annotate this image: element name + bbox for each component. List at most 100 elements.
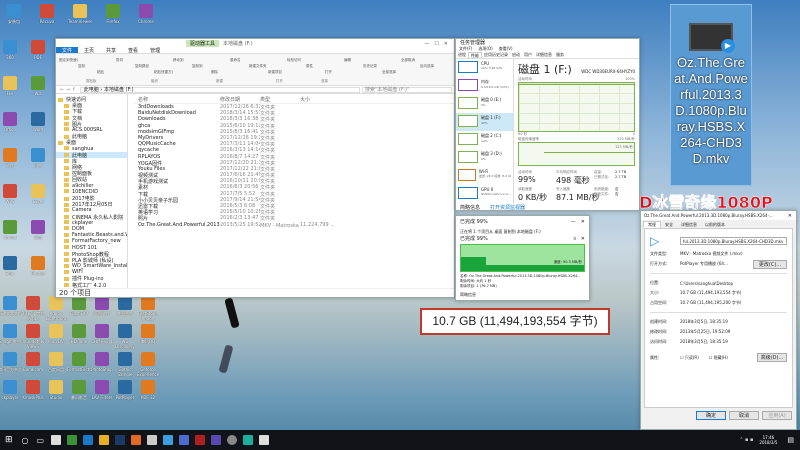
desktop-icon[interactable]: Bandicam bbox=[21, 352, 45, 378]
tray-icons[interactable]: ⌃ ▪ ▪ bbox=[739, 437, 759, 443]
desktop-icon[interactable]: 暴风影音 bbox=[67, 380, 91, 406]
desktop-icon[interactable]: Gothic Sample bbox=[113, 352, 137, 378]
desktop-icon[interactable]: Adobe Lightroom bbox=[44, 296, 68, 322]
vs-icon[interactable] bbox=[211, 435, 222, 445]
address-bar[interactable]: 此电脑 › 本地磁盘 (F:) bbox=[79, 86, 360, 93]
desktop-icon[interactable]: 网盘 bbox=[26, 220, 50, 246]
ribbon-button[interactable]: 复制路径 bbox=[135, 64, 154, 69]
resource-monitor-link[interactable]: 打开资源监视器 bbox=[490, 204, 525, 210]
desktop-icon[interactable]: Firefox bbox=[101, 4, 125, 30]
desktop-icon[interactable]: FormatFactory bbox=[67, 352, 91, 378]
perf-item[interactable]: 磁盘 2 (C:) 14% bbox=[456, 131, 513, 149]
perf-item[interactable]: 内存 6.9/16.0 GB (43%) bbox=[456, 77, 513, 95]
ribbon-button[interactable]: 新建文件夹 bbox=[249, 64, 268, 69]
desktop-icon[interactable]: PDF 32 bbox=[136, 380, 160, 406]
desktop-icon[interactable]: Recuva bbox=[35, 4, 59, 30]
ribbon-button[interactable]: 编辑 bbox=[344, 58, 363, 63]
ribbon-button[interactable]: 新建项目 bbox=[268, 70, 287, 75]
desktop-icon[interactable]: FLV bbox=[0, 76, 22, 102]
store-icon[interactable] bbox=[51, 435, 62, 445]
column-header[interactable]: 大小 bbox=[300, 96, 340, 103]
desktop-file-tile[interactable]: ▶ Oz.The.Great.And.Powerful.2013.3D.1080… bbox=[670, 4, 752, 186]
notification-icon[interactable]: ▤ bbox=[787, 436, 800, 444]
printer-icon[interactable] bbox=[259, 435, 270, 445]
desktop-icon[interactable]: Chrome bbox=[134, 4, 158, 30]
column-header[interactable]: 名称 bbox=[134, 96, 220, 103]
desktop-icon[interactable]: LAV Filters bbox=[90, 380, 114, 406]
navigation-pane[interactable]: 快速访问 桌面 下载 文档 图片 ACS.000SRL 此电脑 桌面 sanghua 此电脑库网络… bbox=[56, 94, 128, 288]
ribbon-button[interactable]: 复制到 bbox=[192, 64, 211, 69]
props-tab[interactable]: 以前的版本 bbox=[701, 222, 729, 228]
ribbon-tab[interactable]: 文件 bbox=[56, 47, 79, 53]
desktop-icon[interactable]: Photos bbox=[26, 256, 50, 282]
copy-fewer-details[interactable]: 简略信息 bbox=[460, 292, 585, 298]
start-button[interactable]: ⊞ bbox=[0, 435, 18, 445]
ribbon-button[interactable]: 固定到快速访问 bbox=[59, 58, 78, 63]
app-icon[interactable] bbox=[99, 435, 110, 445]
ribbon-button[interactable]: 删除 bbox=[211, 70, 230, 75]
desktop-icon[interactable]: 新建文本文档 bbox=[0, 296, 22, 322]
perf-item[interactable]: 磁盘 3 (D:) 0% bbox=[456, 149, 513, 167]
photoshop-icon[interactable] bbox=[115, 435, 126, 445]
perf-item[interactable]: CPU 20% 3.98 GHz bbox=[456, 59, 513, 77]
ribbon-button[interactable]: 反向选择 bbox=[420, 64, 439, 69]
desktop-icon[interactable]: Excel bbox=[26, 184, 50, 210]
taskmgr-tab[interactable]: 性能 bbox=[468, 52, 482, 58]
desktop-icon[interactable]: CHM阅读器 bbox=[90, 324, 114, 350]
nav-item[interactable]: 格式工厂 4.2.0 bbox=[56, 282, 127, 288]
task-view-icon[interactable]: ▭ bbox=[33, 436, 49, 445]
desktop-icon[interactable]: PDF bbox=[26, 40, 50, 66]
perf-item[interactable]: 磁盘 1 (F:) 99% bbox=[456, 113, 513, 131]
desktop-icon[interactable]: 腾讯官方杂志 bbox=[0, 352, 22, 378]
desktop-icon[interactable]: Word bbox=[26, 112, 50, 138]
sogou-icon[interactable] bbox=[243, 435, 254, 445]
advanced-button[interactable]: 高级(D)... bbox=[757, 353, 787, 362]
ribbon-button[interactable]: 粘贴快捷方式 bbox=[154, 70, 173, 75]
ribbon-button[interactable]: 属性 bbox=[306, 64, 325, 69]
fewer-details-link[interactable]: 简略信息 bbox=[460, 204, 480, 210]
taskmgr-tab[interactable]: 详细信息 bbox=[534, 52, 554, 58]
props-tab[interactable]: 安全 bbox=[661, 222, 677, 228]
edge-icon[interactable] bbox=[83, 435, 94, 445]
cortana-icon[interactable]: ○ bbox=[18, 436, 33, 445]
filename-input[interactable]: ful.2013.3D.1080p.Bluray.HSBS.X264-CHD3D… bbox=[680, 237, 787, 245]
props-tab[interactable]: 常规 bbox=[643, 221, 661, 228]
ribbon-button[interactable]: 打开 bbox=[325, 70, 344, 75]
ribbon-tab[interactable]: 查看 bbox=[122, 47, 144, 53]
desktop-icon[interactable]: Xmind bbox=[0, 220, 22, 246]
ribbon-tab[interactable]: 主页 bbox=[78, 47, 100, 53]
nav-arrows[interactable]: ← → ↑ bbox=[56, 87, 80, 93]
desktop-icon[interactable]: 画图软件 bbox=[90, 296, 114, 322]
breadcrumb-1[interactable]: 此电脑 bbox=[84, 87, 99, 93]
desktop-icon[interactable]: PotPlayer bbox=[113, 380, 137, 406]
ribbon-button[interactable]: 复制 bbox=[78, 64, 97, 69]
file-row[interactable]: Oz.The.Great.And.Powerful.2013.3D.1080p.… bbox=[134, 222, 454, 228]
ribbon-tab[interactable]: 共享 bbox=[100, 47, 122, 53]
apply-button[interactable]: 应用(A) bbox=[762, 411, 792, 420]
hidden-checkbox[interactable]: ☐ 隐藏(H) bbox=[709, 355, 728, 361]
breadcrumb-2[interactable]: 本地磁盘 (F:) bbox=[104, 87, 134, 93]
desktop-icon[interactable]: Geforce Experience bbox=[136, 352, 160, 378]
desktop-icon[interactable]: TeamViewer bbox=[68, 4, 92, 30]
desktop-icon[interactable]: 软件 bbox=[0, 148, 22, 174]
search-input[interactable]: 搜索"本地磁盘 (F:)" bbox=[362, 86, 452, 93]
change-button[interactable]: 更改(C)... bbox=[753, 259, 787, 269]
ribbon-button[interactable]: 轻松访问 bbox=[287, 58, 306, 63]
taskmgr-tab[interactable]: 服务 bbox=[554, 52, 566, 58]
perf-item[interactable]: GPU 0 NVIDIA GeForce G... bbox=[456, 185, 513, 203]
desktop-icon[interactable]: PhotoShop bbox=[90, 352, 114, 378]
acrobat-icon[interactable] bbox=[195, 435, 206, 445]
desktop-icon[interactable]: InClude超级 ViewS bbox=[21, 324, 45, 350]
clock[interactable]: 17:46 2018/3/5 bbox=[759, 435, 787, 445]
readonly-checkbox[interactable]: ☐ 只读(R) bbox=[680, 355, 699, 361]
desktop-icon[interactable]: Office bbox=[0, 112, 22, 138]
desktop-icon[interactable]: KinoskPlus bbox=[21, 380, 45, 406]
ribbon-button[interactable]: 历史记录 bbox=[363, 64, 382, 69]
desktop-icon[interactable]: Studio bbox=[44, 380, 68, 406]
firefox-icon[interactable] bbox=[131, 435, 142, 445]
desktop-icon[interactable]: ckplayer bbox=[0, 380, 22, 406]
pause-cancel[interactable]: ॥ ✕ bbox=[573, 235, 585, 242]
ribbon-button[interactable]: 全部取消 bbox=[401, 58, 420, 63]
taskmgr-tab[interactable]: 启动 bbox=[510, 52, 522, 58]
desktop-icon[interactable]: 迅雷 bbox=[26, 148, 50, 174]
